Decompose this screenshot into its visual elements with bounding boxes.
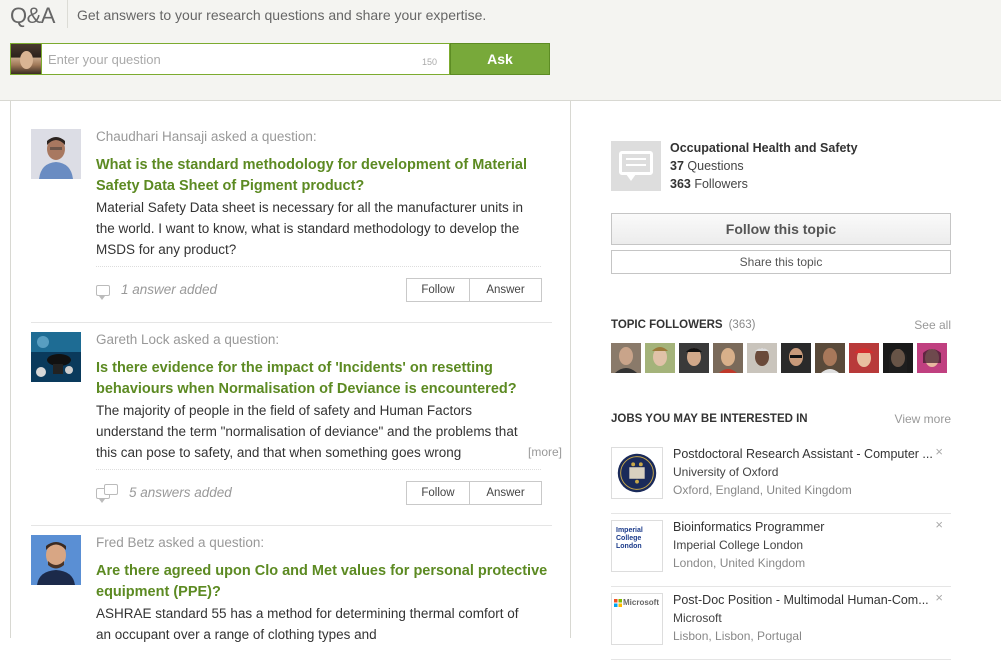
qa-logo[interactable]: Q&A xyxy=(10,3,55,29)
topic-followers[interactable]: 363 Followers xyxy=(670,177,748,191)
follow-button[interactable]: Follow xyxy=(406,278,470,302)
question-asker[interactable]: Gareth Lock asked a question: xyxy=(96,332,552,348)
dismiss-job-icon[interactable]: × xyxy=(935,517,943,532)
topic-followers-heading: TOPIC FOLLOWERS xyxy=(611,319,723,331)
follower-avatar[interactable] xyxy=(849,343,879,373)
more-link[interactable]: [more] xyxy=(528,445,562,459)
question-item: Gareth Lock asked a question: Is there e… xyxy=(31,332,562,512)
answer-button[interactable]: Answer xyxy=(470,278,542,302)
dismiss-job-icon[interactable]: × xyxy=(935,590,943,605)
job-title[interactable]: Post-Doc Position - Multimodal Human-Com… xyxy=(673,593,933,607)
asker-avatar[interactable] xyxy=(31,129,81,179)
job-org: Imperial College London xyxy=(673,538,804,552)
topic-questions-count: 37 xyxy=(670,159,684,173)
microsoft-logo: Microsoft xyxy=(611,593,663,645)
topic-questions-label: Questions xyxy=(687,159,744,173)
question-asker[interactable]: Fred Betz asked a question: xyxy=(96,535,552,551)
answer-button[interactable]: Answer xyxy=(470,481,542,505)
follower-avatar[interactable] xyxy=(611,343,641,373)
ask-button[interactable]: Ask xyxy=(450,43,550,75)
job-item[interactable]: Imperial College London Bioinformatics P… xyxy=(611,517,951,587)
question-body: Fred Betz asked a question: Are there ag… xyxy=(96,535,552,645)
answer-count[interactable]: 1 answer added xyxy=(121,282,217,297)
job-item[interactable]: Postdoctoral Research Assistant - Comput… xyxy=(611,444,951,514)
question-actions: 5 answers added Follow Answer xyxy=(96,469,542,505)
microsoft-logo-text: Microsoft xyxy=(623,598,659,607)
follower-avatar[interactable] xyxy=(883,343,913,373)
question-title[interactable]: Are there agreed upon Clo and Met values… xyxy=(96,561,552,603)
follower-avatar[interactable] xyxy=(747,343,777,373)
job-location: Oxford, England, United Kingdom xyxy=(673,483,852,497)
job-org: University of Oxford xyxy=(673,465,779,479)
follower-avatar[interactable] xyxy=(713,343,743,373)
question-feed: Chaudhari Hansaji asked a question: What… xyxy=(10,101,571,642)
user-avatar xyxy=(10,43,42,75)
question-text: ASHRAE standard 55 has a method for dete… xyxy=(96,606,519,642)
follower-avatar[interactable] xyxy=(679,343,709,373)
asker-avatar[interactable] xyxy=(31,332,81,382)
view-more-link[interactable]: View more xyxy=(895,412,951,426)
oxford-logo xyxy=(611,447,663,499)
topic-name[interactable]: Occupational Health and Safety xyxy=(670,141,858,155)
comment-icon xyxy=(96,285,110,300)
question-separator xyxy=(31,322,552,323)
question-separator xyxy=(31,525,552,526)
job-location: Lisbon, Lisbon, Portugal xyxy=(673,629,802,643)
question-text: Material Safety Data sheet is necessary … xyxy=(96,200,523,257)
question-item: Fred Betz asked a question: Are there ag… xyxy=(31,535,552,645)
question-body: Chaudhari Hansaji asked a question: What… xyxy=(96,129,552,260)
answer-count[interactable]: 5 answers added xyxy=(129,485,232,500)
follow-topic-button[interactable]: Follow this topic xyxy=(611,213,951,245)
job-location: London, United Kingdom xyxy=(673,556,806,570)
question-title[interactable]: What is the standard methodology for dev… xyxy=(96,155,552,197)
question-title[interactable]: Is there evidence for the impact of 'Inc… xyxy=(96,358,552,400)
imperial-logo-text: Imperial College London xyxy=(616,527,643,550)
jobs-title: JOBS YOU MAY BE INTERESTED IN xyxy=(611,413,808,425)
follower-avatars xyxy=(611,343,947,373)
question-text: The majority of people in the field of s… xyxy=(96,403,518,460)
topic-chat-icon xyxy=(611,141,661,191)
dismiss-job-icon[interactable]: × xyxy=(935,444,943,459)
question-body: Gareth Lock asked a question: Is there e… xyxy=(96,332,562,463)
topic-followers-count: 363 xyxy=(670,177,691,191)
microsoft-windows-icon xyxy=(614,599,622,607)
imperial-logo: Imperial College London xyxy=(611,520,663,572)
char-counter: 150 xyxy=(422,57,438,67)
follower-avatar[interactable] xyxy=(645,343,675,373)
action-buttons: Follow Answer xyxy=(406,481,542,505)
follow-button[interactable]: Follow xyxy=(406,481,470,505)
follower-avatar[interactable] xyxy=(917,343,947,373)
follower-avatar[interactable] xyxy=(815,343,845,373)
see-all-link[interactable]: See all xyxy=(914,318,951,332)
qa-header: Q&A Get answers to your research questio… xyxy=(0,0,1001,101)
header-divider xyxy=(67,0,68,28)
topic-followers-title: TOPIC FOLLOWERS (363) xyxy=(611,319,755,331)
asker-avatar[interactable] xyxy=(31,535,81,585)
topic-questions[interactable]: 37 Questions xyxy=(670,159,744,173)
job-title[interactable]: Bioinformatics Programmer xyxy=(673,520,933,534)
tagline: Get answers to your research questions a… xyxy=(77,7,487,23)
question-asker[interactable]: Chaudhari Hansaji asked a question: xyxy=(96,129,552,145)
question-input[interactable] xyxy=(41,43,450,75)
ask-box: 150 Ask xyxy=(10,43,550,75)
question-actions: 1 answer added Follow Answer xyxy=(96,266,542,302)
topic-followers-label: Followers xyxy=(694,177,748,191)
job-org: Microsoft xyxy=(673,611,722,625)
follower-avatar[interactable] xyxy=(781,343,811,373)
share-topic-button[interactable]: Share this topic xyxy=(611,250,951,274)
question-item: Chaudhari Hansaji asked a question: What… xyxy=(31,129,552,309)
action-buttons: Follow Answer xyxy=(406,278,542,302)
job-item[interactable]: Microsoft Post-Doc Position - Multimodal… xyxy=(611,590,951,660)
job-title[interactable]: Postdoctoral Research Assistant - Comput… xyxy=(673,447,933,461)
comments-icon-back xyxy=(104,484,118,495)
topic-followers-count-badge: (363) xyxy=(728,319,756,331)
